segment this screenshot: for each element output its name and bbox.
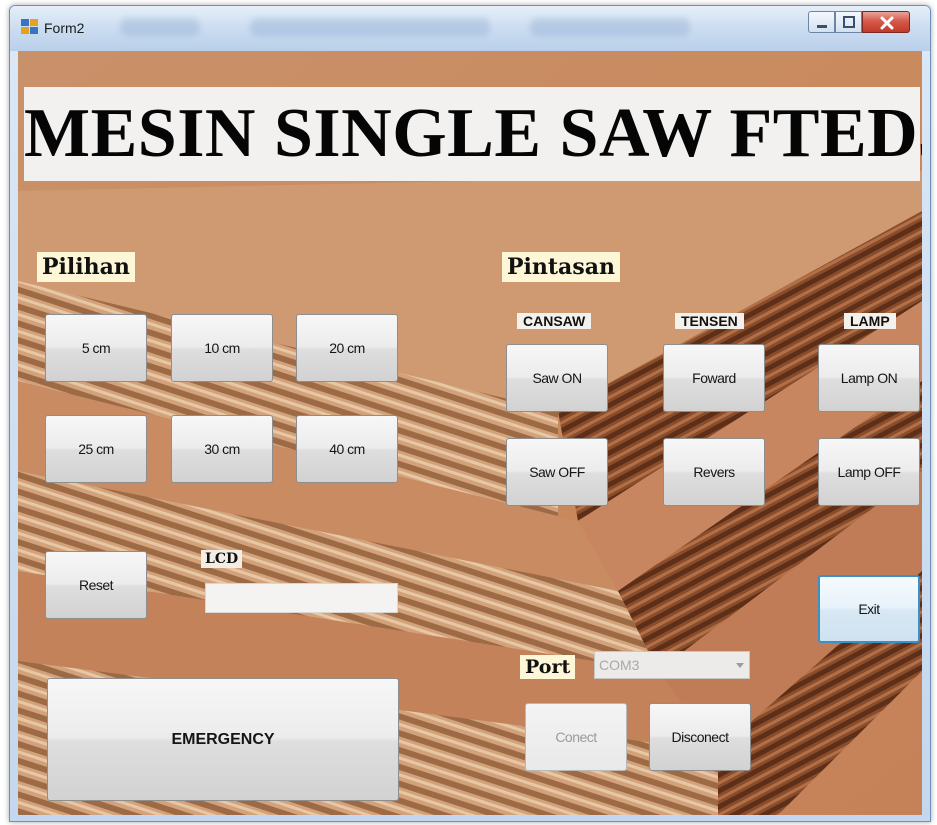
lamp-label: LAMP (844, 313, 896, 329)
pintasan-label: Pintasan (502, 252, 620, 282)
tensen-label: TENSEN (675, 313, 744, 329)
disconnect-button[interactable]: Disconect (649, 703, 751, 771)
title-bar[interactable]: Form2 (10, 6, 930, 51)
forward-button[interactable]: Foward (663, 344, 765, 412)
port-selected-value: COM3 (599, 657, 640, 673)
connect-button[interactable]: Conect (525, 703, 627, 771)
cansaw-label: CANSAW (517, 313, 592, 329)
saw-on-button[interactable]: Saw ON (506, 344, 608, 412)
button-30cm[interactable]: 30 cm (171, 415, 273, 483)
title-banner: MESIN SINGLE SAW FTED3 (24, 87, 922, 181)
exit-button[interactable]: Exit (818, 575, 920, 643)
form-icon (21, 19, 39, 35)
minimize-button[interactable] (808, 11, 835, 33)
button-5cm[interactable]: 5 cm (45, 314, 147, 382)
window-title: Form2 (44, 20, 85, 36)
minimize-icon (817, 25, 827, 28)
title-bar-blur (530, 18, 690, 36)
button-25cm[interactable]: 25 cm (45, 415, 147, 483)
close-button[interactable] (862, 11, 910, 33)
machine-title: MESIN SINGLE SAW FTED3 (24, 95, 922, 172)
button-10cm[interactable]: 10 cm (171, 314, 273, 382)
form2-window: Form2 MESIN SINGLE SAW FTED3 Pilihan 5 c… (9, 5, 931, 822)
emergency-button[interactable]: EMERGENCY (47, 678, 399, 801)
reset-button[interactable]: Reset (45, 551, 147, 619)
port-select[interactable]: COM3 (594, 651, 750, 679)
pilihan-label: Pilihan (37, 252, 135, 282)
title-bar-blur (250, 18, 490, 36)
chevron-down-icon[interactable] (736, 663, 744, 668)
maximize-button[interactable] (835, 11, 862, 33)
saw-off-button[interactable]: Saw OFF (506, 438, 608, 506)
form-client-area: MESIN SINGLE SAW FTED3 Pilihan 5 cm 10 c… (18, 51, 922, 815)
port-label: Port (520, 655, 576, 679)
lamp-on-button[interactable]: Lamp ON (818, 344, 920, 412)
button-20cm[interactable]: 20 cm (296, 314, 398, 382)
lamp-off-button[interactable]: Lamp OFF (818, 438, 920, 506)
lcd-label: LCD (201, 550, 243, 568)
reverse-button[interactable]: Revers (663, 438, 765, 506)
maximize-icon (843, 16, 855, 28)
title-bar-blur (120, 18, 200, 36)
close-icon (880, 16, 894, 30)
button-40cm[interactable]: 40 cm (296, 415, 398, 483)
lcd-display (205, 583, 398, 613)
